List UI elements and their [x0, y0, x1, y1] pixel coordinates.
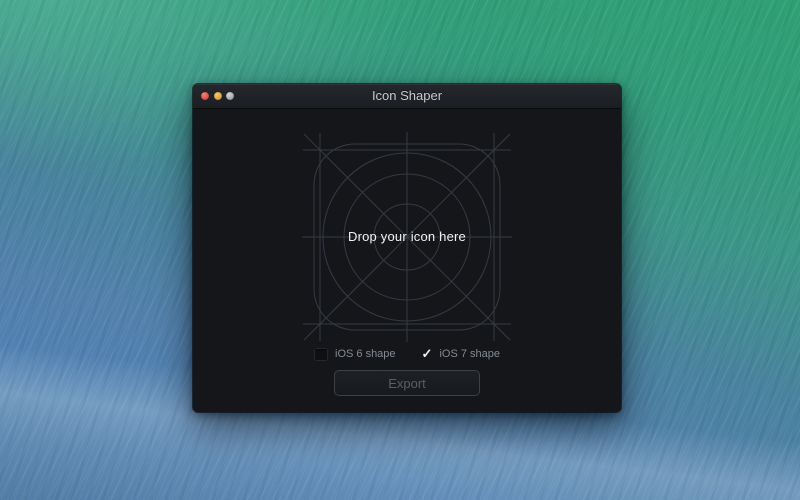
window-title: Icon Shaper — [193, 84, 621, 108]
checkbox-ios7-shape[interactable]: ✓ iOS 7 shape — [422, 348, 500, 360]
checkmark-icon[interactable]: ✓ — [422, 348, 433, 360]
export-button[interactable]: Export — [334, 370, 480, 396]
checkbox-unchecked-icon[interactable] — [314, 348, 328, 361]
titlebar[interactable]: Icon Shaper — [193, 84, 621, 109]
checkbox-ios7-label: iOS 7 shape — [439, 348, 500, 360]
shape-options: iOS 6 shape ✓ iOS 7 shape — [193, 346, 621, 362]
window-content: Drop your icon here iOS 6 shape ✓ iOS 7 … — [193, 109, 621, 412]
icon-shaper-window: Icon Shaper — [193, 84, 621, 412]
checkbox-ios6-shape[interactable]: iOS 6 shape — [314, 348, 396, 361]
drop-hint-label: Drop your icon here — [193, 229, 621, 244]
screen: Icon Shaper — [0, 0, 800, 500]
checkbox-ios6-label: iOS 6 shape — [335, 348, 396, 360]
icon-dropzone[interactable]: Drop your icon here — [193, 109, 621, 349]
